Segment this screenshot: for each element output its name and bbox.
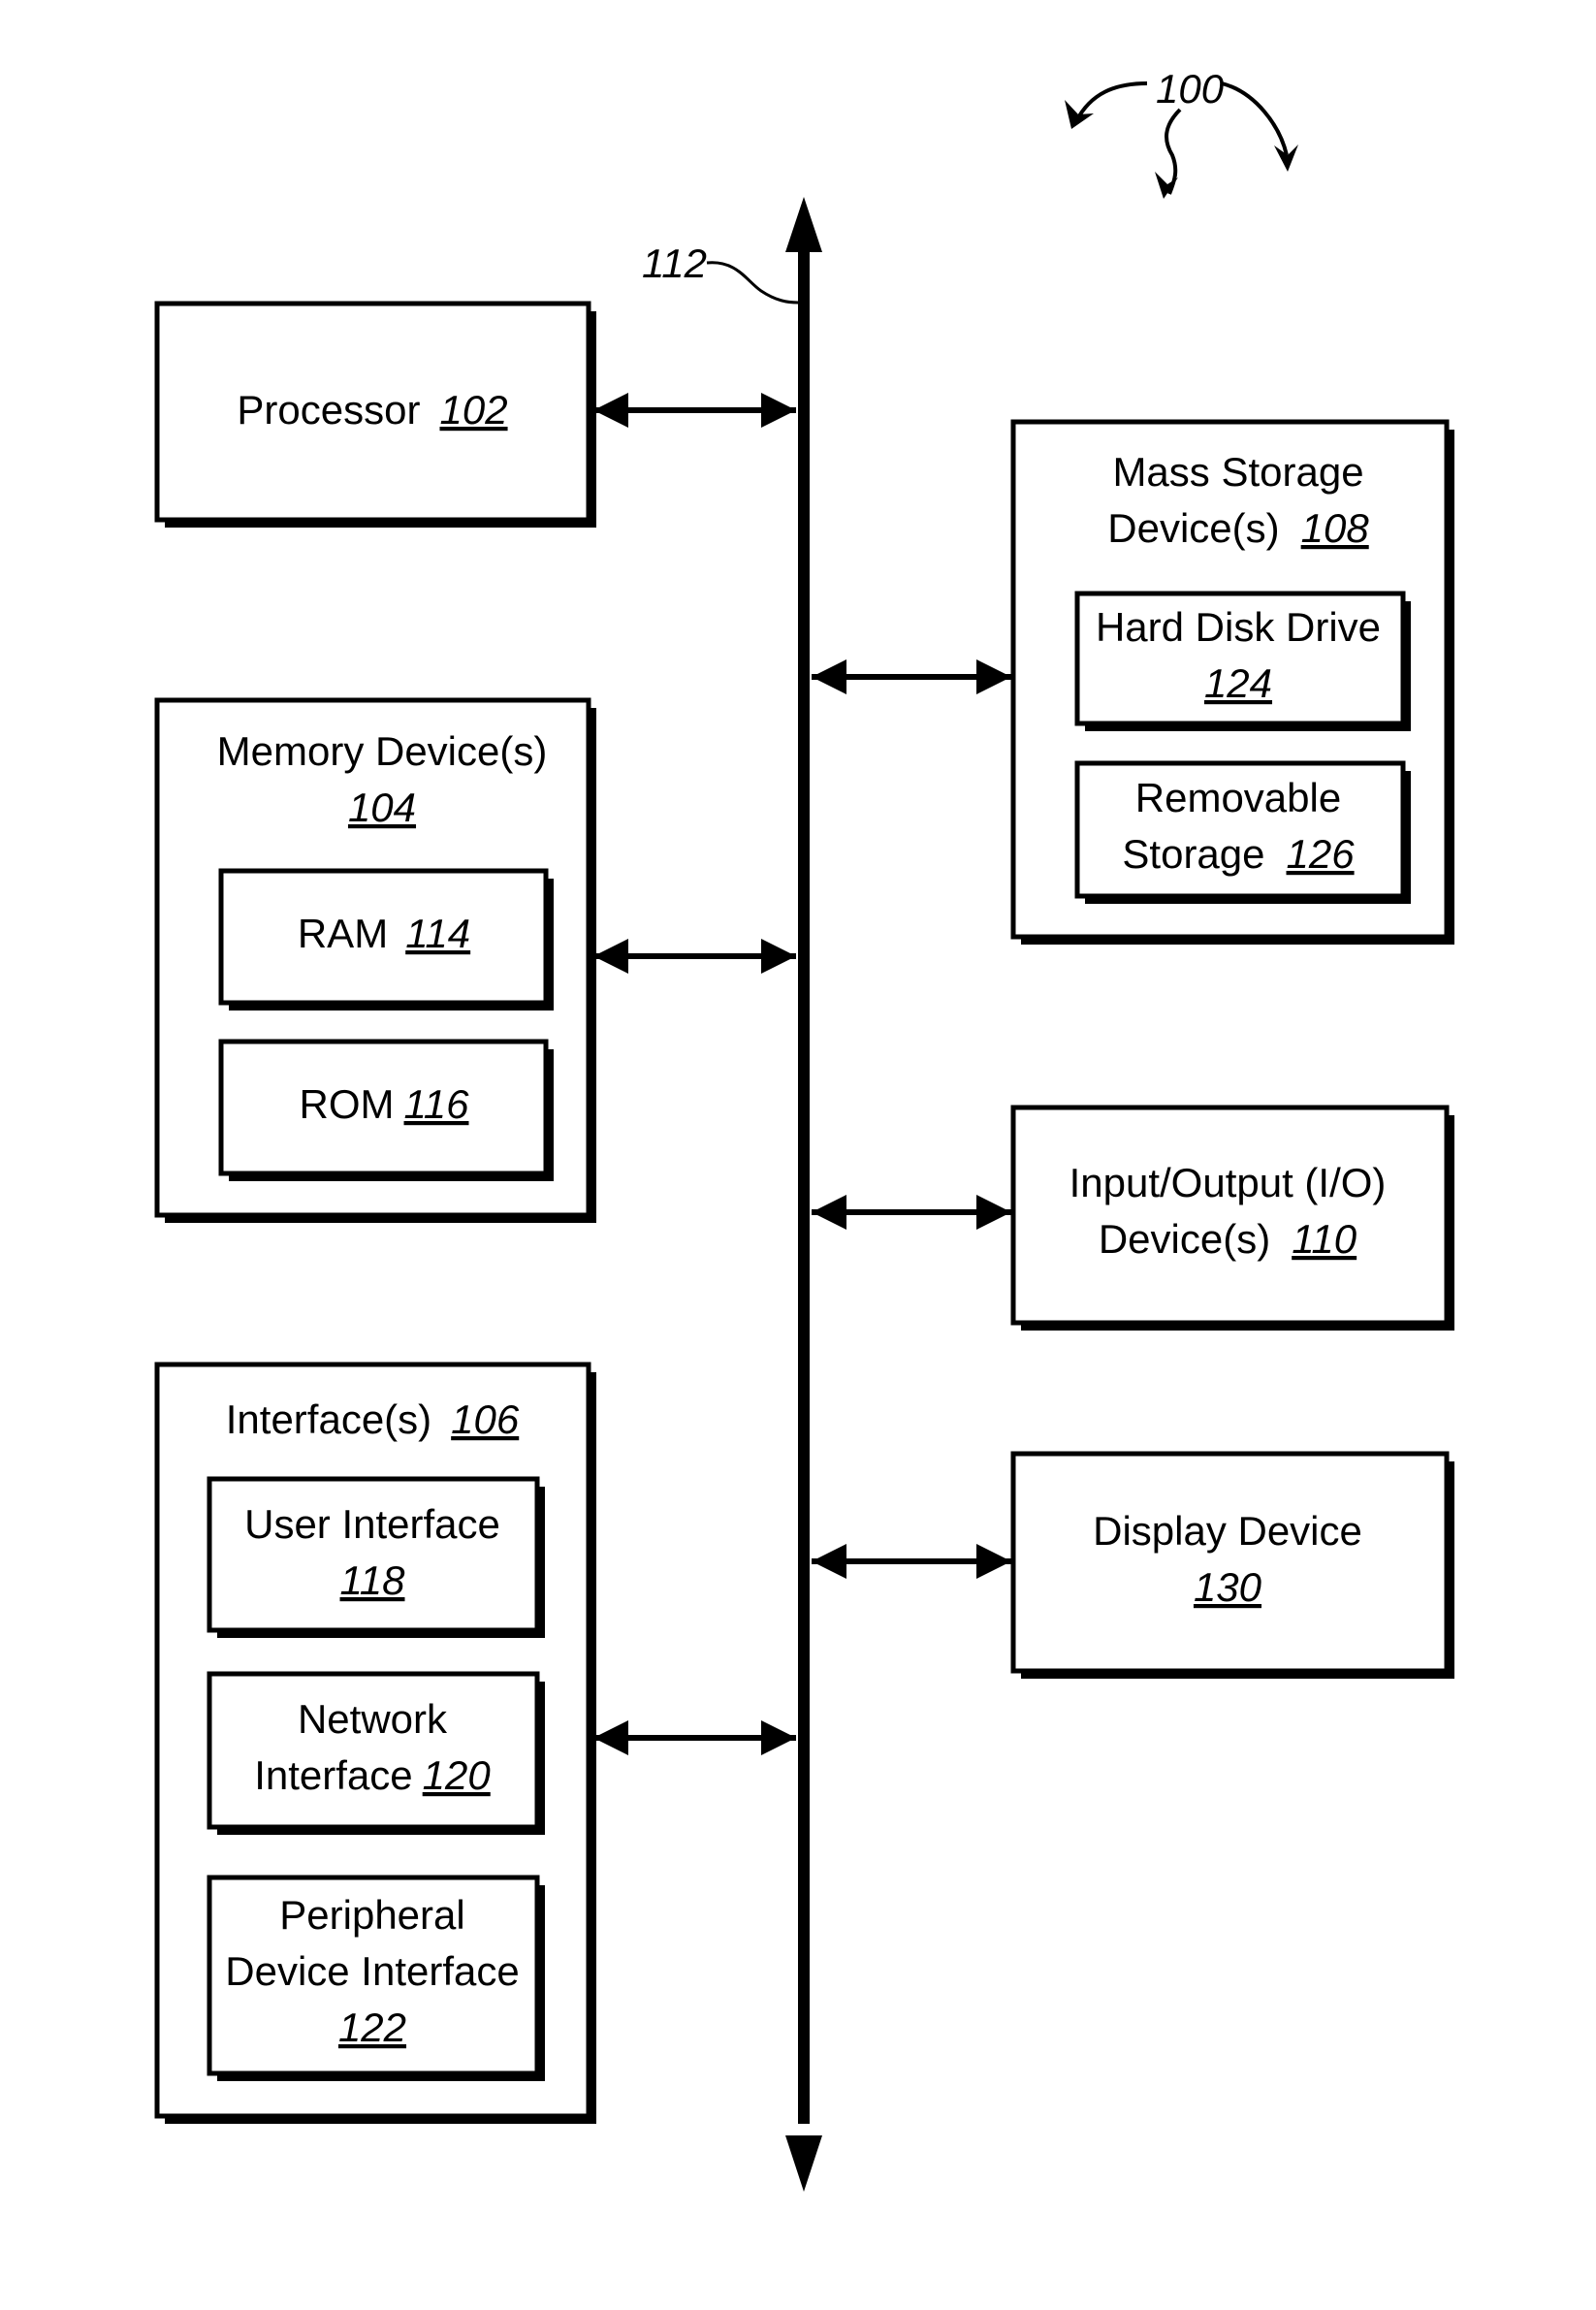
memory-label: Memory Device(s): [217, 728, 548, 774]
display-device-ref: 130: [1194, 1564, 1262, 1610]
user-interface-label: User Interface: [244, 1501, 500, 1547]
bus-line: [798, 247, 810, 2124]
display-device-block[interactable]: Display Device 130: [1010, 1451, 1454, 1679]
interfaces-label: Interface(s): [226, 1396, 431, 1442]
peripheral-interface-block[interactable]: Peripheral Device Interface 122: [207, 1875, 545, 2081]
interfaces-block[interactable]: Interface(s) 106 User Interface 118 Netwo…: [154, 1362, 596, 2124]
bus-arrow-up-icon: [785, 197, 822, 252]
processor-block[interactable]: Processor 102: [154, 301, 596, 528]
display-device-label: Display Device: [1093, 1508, 1362, 1554]
bus-ref-label: 112: [642, 241, 707, 286]
mass-storage-ref: 108: [1301, 505, 1370, 551]
mass-storage-label-line2: Device(s): [1107, 505, 1279, 551]
bus-leader-line: [706, 261, 799, 305]
svg-text:Device(s)108: Device(s) 108: [1107, 505, 1369, 551]
network-interface-ref: 120: [423, 1752, 492, 1798]
user-interface-ref: 118: [340, 1557, 406, 1603]
hard-disk-block[interactable]: Hard Disk Drive 124: [1074, 591, 1411, 731]
hard-disk-label: Hard Disk Drive: [1096, 604, 1381, 650]
network-interface-label-line2: Interface: [254, 1752, 412, 1798]
curved-arrow-right: [1221, 81, 1289, 156]
peripheral-interface-ref: 122: [338, 2005, 406, 2050]
removable-storage-ref: 126: [1287, 831, 1356, 877]
system-bus: 112: [642, 197, 822, 2192]
svg-text:RAM114: RAM 114: [298, 911, 470, 956]
memory-block[interactable]: Memory Device(s) 104 RAM 114 ROM 116: [154, 697, 596, 1223]
peripheral-interface-label-line1: Peripheral: [279, 1892, 464, 1938]
block-diagram: 100 112 Processor 102 Memory Device(s) 10…: [154, 66, 1454, 2192]
bus-arrow-down-icon: [785, 2135, 822, 2192]
rom-label: ROM: [300, 1081, 395, 1127]
processor-ref: 102: [439, 387, 507, 433]
svg-text:Processor102: Processor 102: [237, 387, 507, 433]
rom-ref: 116: [404, 1081, 470, 1127]
network-interface-block[interactable]: Network Interface 120: [207, 1671, 545, 1835]
peripheral-interface-label-line2: Device Interface: [225, 1948, 519, 1994]
svg-text:Interface(s)106: Interface(s) 106: [226, 1396, 520, 1442]
svg-text:ROM116: ROM 116: [300, 1081, 470, 1127]
svg-text:Storage126: Storage 126: [1122, 831, 1355, 877]
network-interface-label-line1: Network: [298, 1696, 448, 1742]
io-devices-label-line2: Device(s): [1099, 1216, 1270, 1262]
svg-text:Interface120: Interface 120: [254, 1752, 491, 1798]
mass-storage-block[interactable]: Mass Storage Device(s) 108 Hard Disk Driv…: [1010, 419, 1454, 945]
user-interface-block[interactable]: User Interface 118: [207, 1476, 545, 1638]
memory-ref: 104: [348, 785, 416, 830]
io-devices-ref: 110: [1292, 1216, 1357, 1262]
removable-storage-label-line1: Removable: [1135, 775, 1341, 820]
ram-ref: 114: [405, 911, 470, 956]
interfaces-ref: 106: [451, 1396, 520, 1442]
mass-storage-label-line1: Mass Storage: [1112, 449, 1363, 495]
figure-reference-100: 100: [1065, 66, 1298, 199]
removable-storage-block[interactable]: Removable Storage 126: [1074, 760, 1411, 904]
figure-ref-label: 100: [1156, 66, 1225, 112]
io-devices-label-line1: Input/Output (I/O): [1069, 1160, 1387, 1205]
ram-label: RAM: [298, 911, 388, 956]
rom-block[interactable]: ROM 116: [218, 1039, 554, 1181]
removable-storage-label-line2: Storage: [1122, 831, 1264, 877]
svg-text:Device(s)110: Device(s) 110: [1099, 1216, 1357, 1262]
io-devices-block[interactable]: Input/Output (I/O) Device(s) 110: [1010, 1105, 1454, 1331]
hard-disk-ref: 124: [1204, 660, 1272, 706]
ram-block[interactable]: RAM 114: [218, 868, 554, 1011]
processor-label: Processor: [237, 387, 420, 433]
